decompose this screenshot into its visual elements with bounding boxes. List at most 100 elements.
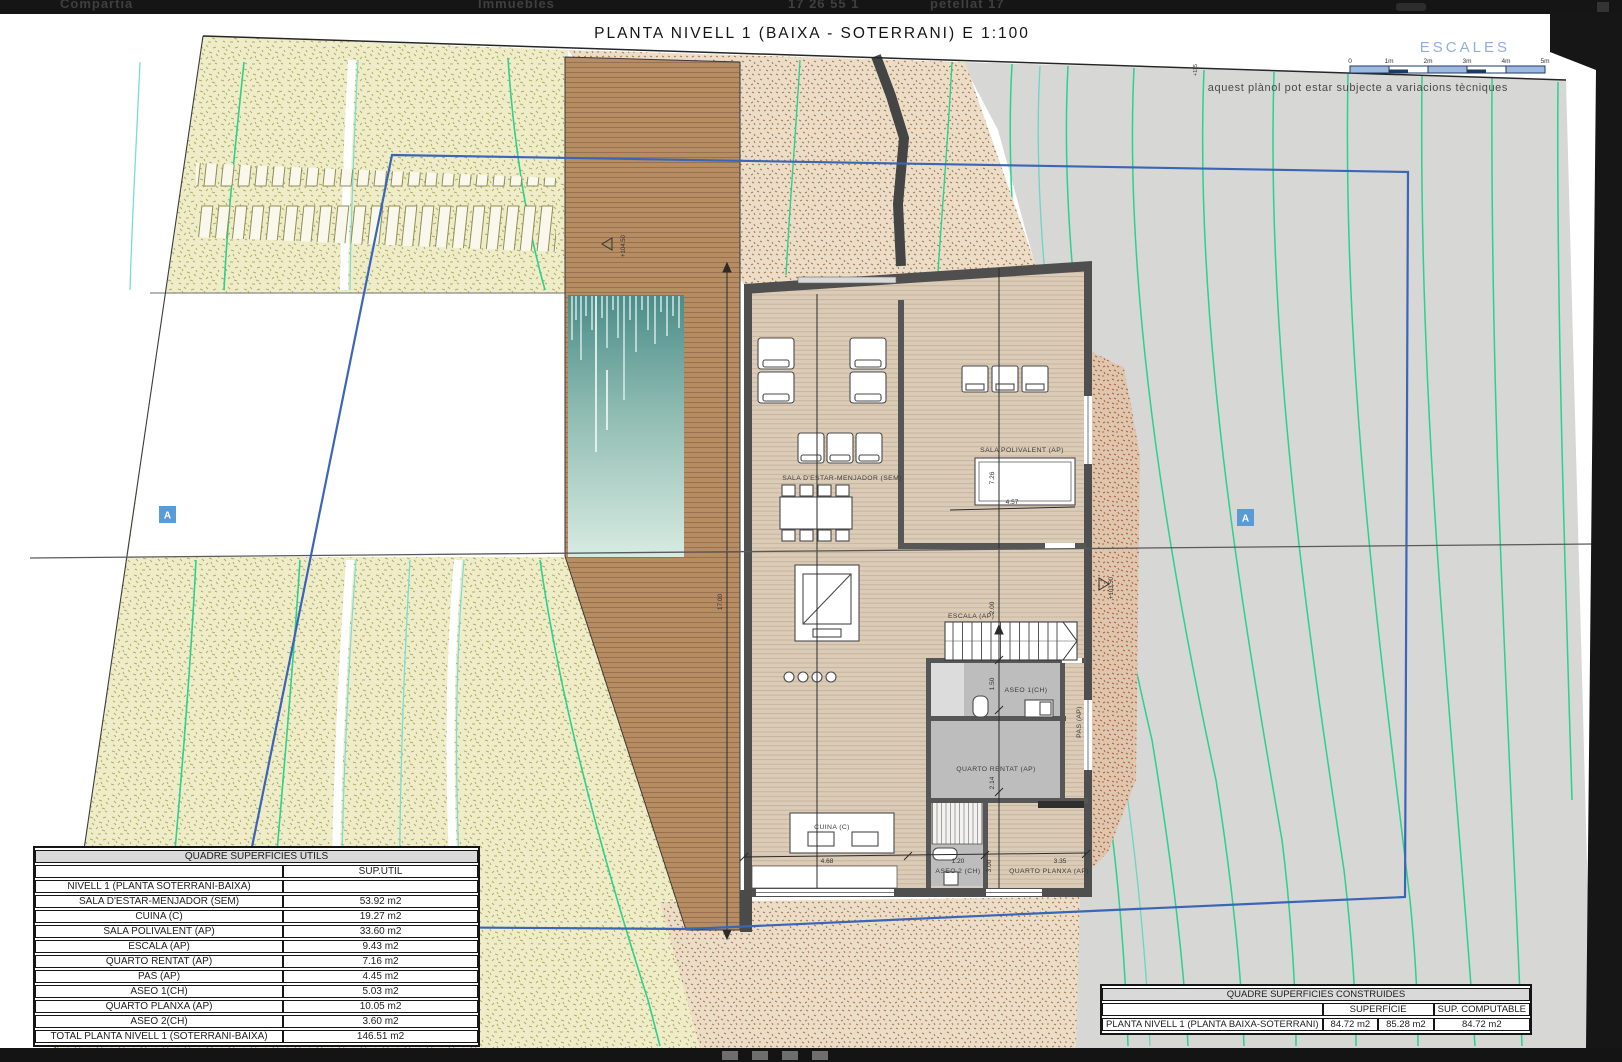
table-row: ASEO 1(CH)5.03 m2 (35, 985, 478, 998)
room-label-cuina: CUINA (C) (814, 824, 850, 831)
room-label-escala: ESCALA (AP) (948, 613, 994, 620)
row-label: TOTAL PLANTA NIVELL 1 (SOTERRANI-BAIXA) (35, 1030, 283, 1043)
table-cell (1102, 1003, 1323, 1016)
row-value: 7.16 m2 (283, 955, 478, 968)
row-label: CUINA (C) (35, 910, 283, 923)
scale-tick: 2m (1423, 58, 1432, 65)
room-label-aseo1: ASEO 1(CH) (1005, 687, 1048, 694)
row-value: 33.60 m2 (283, 925, 478, 938)
table-superficies-construides: QUADRE SUPERFICIES CONSTRUIDES SUPERFÍCI… (1100, 984, 1532, 1035)
room-label-pas: PAS (AP) (1076, 706, 1083, 738)
room-rentat-floor (930, 720, 1062, 800)
scale-tick: 1m (1384, 58, 1393, 65)
dim-468: 4.68 (821, 858, 834, 865)
table-row: CUINA (C)19.27 m2 (35, 910, 478, 923)
row-value: 85.28 m2 (1378, 1018, 1434, 1031)
row-label: SALA POLIVALENT (AP) (35, 925, 283, 938)
chrome-fragment: 17 26 55 1 (788, 0, 859, 11)
row-label: ASEO 1(CH) (35, 985, 283, 998)
row-label: QUARTO RENTAT (AP) (35, 955, 283, 968)
table-row: ASEO 2(CH)3.60 m2 (35, 1015, 478, 1028)
deck-strip (752, 866, 897, 888)
disclaimer-note: aquest plànol pot estar subjecte a varia… (1208, 82, 1508, 94)
row-label: ESCALA (AP) (35, 940, 283, 953)
page-thumbnail[interactable] (722, 1051, 738, 1060)
row-label: PAS (AP) (35, 970, 283, 983)
table-title: QUADRE SUPERFICIES CONSTRUIDES (1102, 988, 1530, 1001)
table-row: NIVELL 1 (PLANTA SOTERRANI-BAIXA) (35, 880, 478, 893)
row-value: 9.43 m2 (283, 940, 478, 953)
table-col-header: SUP. COMPUTABLE (1434, 1003, 1530, 1016)
page-thumbnail[interactable] (812, 1051, 828, 1060)
dim-300: 3.00 (986, 859, 993, 872)
row-value: 3.60 m2 (283, 1015, 478, 1028)
row-label: NIVELL 1 (PLANTA SOTERRANI-BAIXA) (35, 880, 283, 893)
scale-tick: 5m (1540, 58, 1549, 65)
table-title: QUADRE SUPERFÍCIES ÚTILS (35, 850, 478, 863)
room-label-aseo2: ASEO 2 (CH) (935, 868, 980, 875)
chrome-fragment: petellat 17 (930, 0, 1005, 11)
chrome-bottom-bar (0, 1048, 1622, 1062)
row-value: 19.27 m2 (283, 910, 478, 923)
section-marker-letter: A (164, 511, 171, 522)
table-row: SALA D'ESTAR-MENJADOR (SEM)53.92 m2 (35, 895, 478, 908)
row-value: 4.45 m2 (283, 970, 478, 983)
chrome-fragment: Immuebles (478, 0, 555, 11)
close-icon[interactable] (1597, 2, 1609, 12)
page-thumbnail[interactable] (752, 1051, 768, 1060)
row-label: ASEO 2(CH) (35, 1015, 283, 1028)
scale-tick: 0 (1348, 58, 1352, 65)
table-col-header: SUPERFÍCIE (1323, 1003, 1434, 1016)
row-value (283, 880, 478, 893)
table-row-total: TOTAL PLANTA NIVELL 1 (SOTERRANI-BAIXA)1… (35, 1030, 478, 1043)
row-value: 10.05 m2 (283, 1000, 478, 1013)
table-row: SALA POLIVALENT (AP)33.60 m2 (35, 925, 478, 938)
scale-block: ESCALES 0 1m 2m 3m 4m 5m aquest plànol p… (1208, 39, 1550, 94)
row-value: 84.72 m2 (1434, 1018, 1530, 1031)
row-label: PLANTA NIVELL 1 (PLANTA BAIXA-SOTERRANI) (1102, 1018, 1323, 1031)
chrome-pill (1396, 3, 1426, 11)
level-10450: +104.50 (621, 234, 627, 257)
section-marker-letter: A (1242, 514, 1249, 525)
table-row: QUARTO RENTAT (AP)7.16 m2 (35, 955, 478, 968)
scale-tick: 4m (1501, 58, 1510, 65)
dim-150: 1.50 (989, 677, 996, 690)
dim-120: 1.20 (952, 858, 965, 865)
table-row: PAS (AP)4.45 m2 (35, 970, 478, 983)
dim-726: 7.26 (989, 471, 996, 484)
table-row: QUARTO PLANXA (AP)10.05 m2 (35, 1000, 478, 1013)
row-label: SALA D'ESTAR-MENJADOR (SEM) (35, 895, 283, 908)
scales-label: ESCALES (1420, 39, 1510, 56)
dining-table (780, 497, 852, 529)
dim-17: 17.00 (717, 593, 724, 610)
level-10350: +103.50 (1109, 576, 1115, 599)
scale-ticks: 0 1m 2m 3m 4m 5m (1348, 58, 1549, 65)
row-label: QUARTO PLANXA (AP) (35, 1000, 283, 1013)
dim-457: 4.57 (1006, 499, 1019, 506)
plan-viewer: SALA D'ESTAR-MENJADOR (SEM) SALA POLIVAL… (0, 0, 1622, 1062)
level-115: +115 (1193, 64, 1199, 76)
table-cell (35, 865, 283, 878)
table-row: ESCALA (AP)9.43 m2 (35, 940, 478, 953)
page-thumbnail[interactable] (782, 1051, 798, 1060)
table-row: PLANTA NIVELL 1 (PLANTA BAIXA-SOTERRANI)… (1102, 1018, 1530, 1031)
dim-214: 2.14 (989, 776, 996, 789)
row-value: 146.51 m2 (283, 1030, 478, 1043)
dim-335: 3.35 (1054, 858, 1067, 865)
row-value: 84.72 m2 (1323, 1018, 1379, 1031)
table-superficies-utils: QUADRE SUPERFÍCIES ÚTILS SUP.ÚTIL NIVELL… (33, 846, 480, 1047)
stairs (945, 622, 1077, 660)
room-label-sem: SALA D'ESTAR-MENJADOR (SEM) (782, 475, 902, 482)
window-top (798, 277, 896, 283)
shower (932, 802, 982, 844)
row-value: 53.92 m2 (283, 895, 478, 908)
room-label-planxa: QUARTO PLANXA (AP) (1009, 868, 1089, 875)
blank-band (128, 293, 568, 557)
counter (1038, 801, 1084, 808)
scale-tick: 3m (1462, 58, 1471, 65)
page-title: PLANTA NIVELL 1 (BAIXA - SOTERRANI) E 1:… (594, 25, 1030, 42)
dim-200: 2.00 (989, 601, 996, 614)
chrome-fragment: Compartia (60, 0, 133, 11)
wall-left (744, 288, 752, 888)
toilet (973, 696, 988, 717)
